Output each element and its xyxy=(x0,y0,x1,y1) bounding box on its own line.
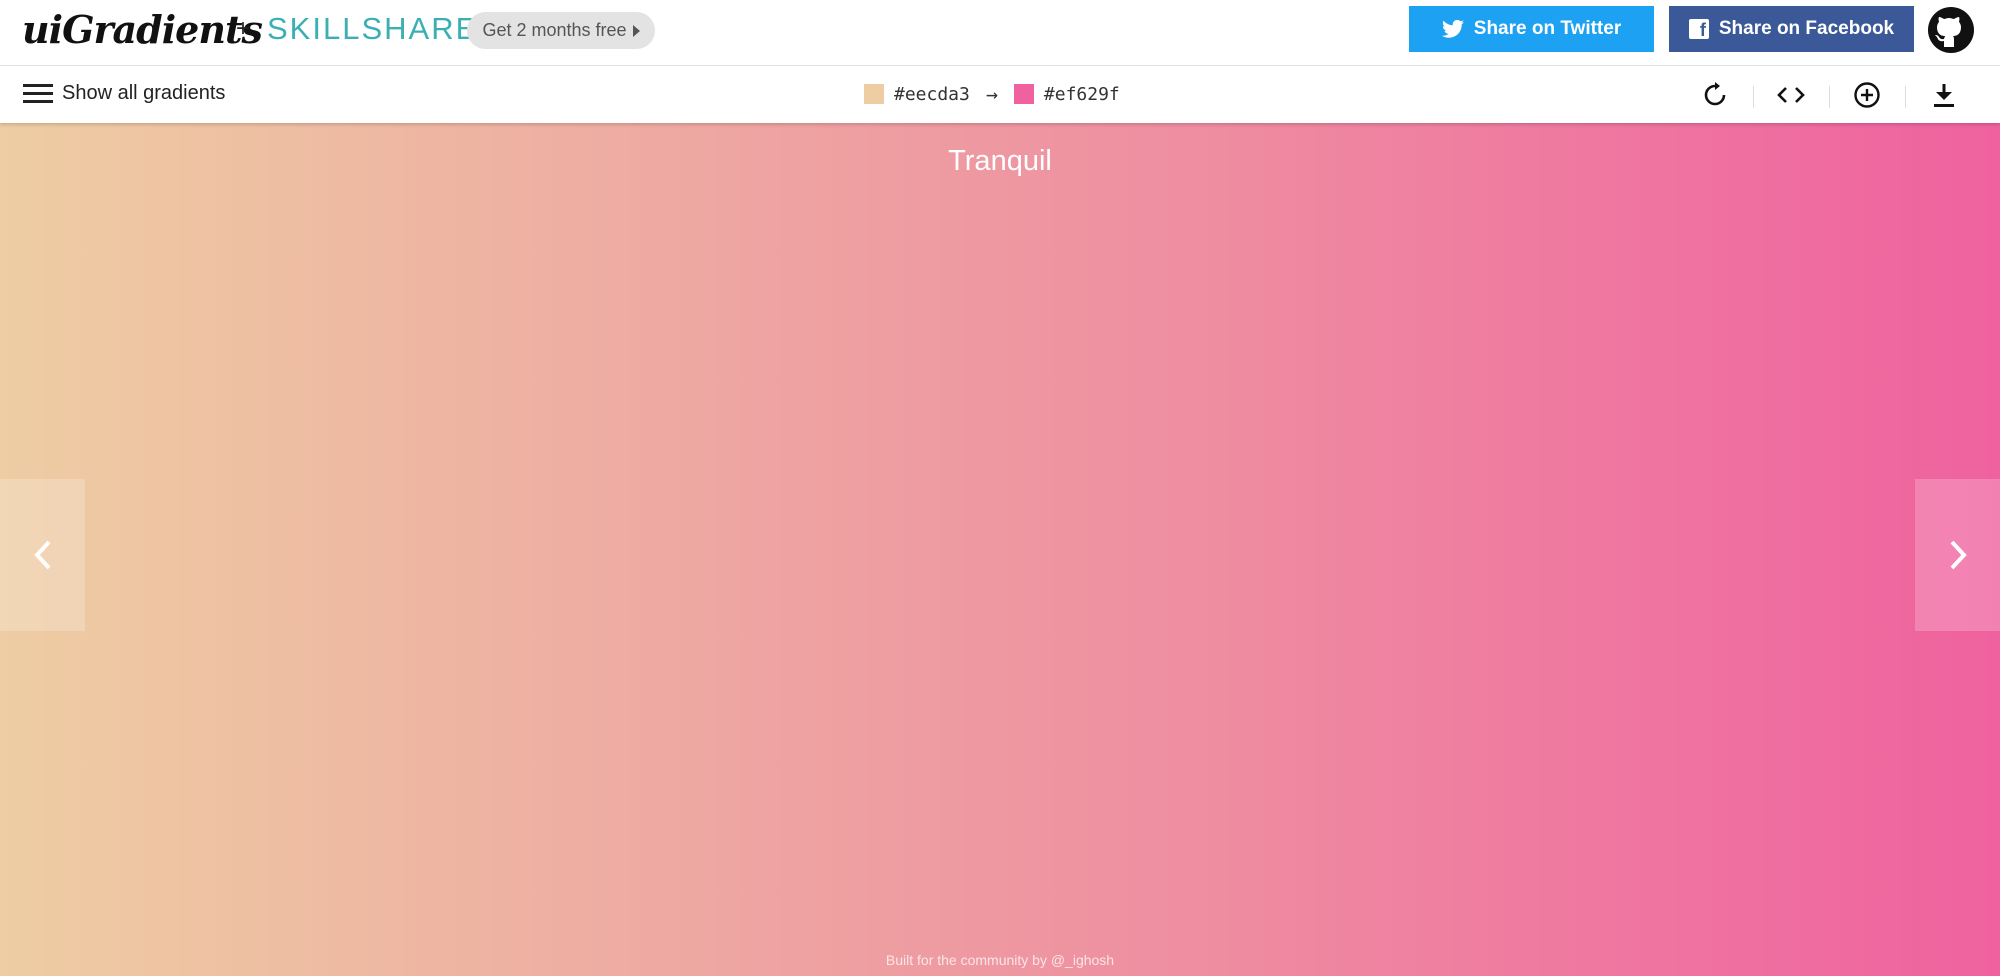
github-icon[interactable] xyxy=(1928,7,1974,53)
share-twitter-button[interactable]: Share on Twitter xyxy=(1409,6,1654,52)
plus-sign: + xyxy=(236,15,251,42)
toolbar-divider xyxy=(1905,86,1906,108)
color-swatch-start xyxy=(864,84,884,104)
color-swatch-end xyxy=(1013,84,1034,104)
top-header: uiGradients + SKILLSHARE Get 2 months fr… xyxy=(0,0,2000,66)
add-icon[interactable] xyxy=(1852,80,1882,110)
share-facebook-button[interactable]: f Share on Facebook xyxy=(1669,6,1914,52)
toolbar-divider xyxy=(1829,86,1830,108)
color-hex-start[interactable]: #eecda3 xyxy=(894,84,970,105)
gradient-colors: #eecda3 → #ef629f xyxy=(864,82,1120,106)
facebook-icon: f xyxy=(1688,19,1709,39)
toolbar-divider xyxy=(1753,86,1754,108)
download-icon[interactable] xyxy=(1929,80,1959,110)
twitter-icon xyxy=(1441,19,1464,38)
chevron-right-icon xyxy=(1950,540,1967,570)
uigradients-logo[interactable]: uiGradients xyxy=(22,6,263,54)
previous-gradient-button[interactable] xyxy=(0,479,85,631)
promo-button[interactable]: Get 2 months free xyxy=(467,12,655,49)
arrow-right-icon: → xyxy=(985,82,998,106)
menu-label: Show all gradients xyxy=(62,82,226,104)
show-all-gradients-button[interactable]: Show all gradients xyxy=(23,82,225,105)
facebook-label: Share on Facebook xyxy=(1718,18,1895,39)
rotate-icon[interactable] xyxy=(1700,80,1730,110)
skillshare-logo[interactable]: SKILLSHARE xyxy=(267,10,478,48)
footer-credit[interactable]: Built for the community by @_ighosh xyxy=(0,952,2000,968)
caret-right-icon xyxy=(632,24,640,37)
gradient-preview: Tranquil Built for the community by @_ig… xyxy=(0,123,2000,976)
gradient-toolbar: Show all gradients #eecda3 → #ef629f xyxy=(0,66,2000,123)
twitter-label: Share on Twitter xyxy=(1473,18,1622,39)
hamburger-icon xyxy=(23,83,53,104)
next-gradient-button[interactable] xyxy=(1915,479,2000,631)
color-hex-end[interactable]: #ef629f xyxy=(1044,84,1120,105)
gradient-name: Tranquil xyxy=(948,145,1052,177)
chevron-left-icon xyxy=(33,540,50,570)
promo-label: Get 2 months free xyxy=(482,20,627,40)
code-icon[interactable] xyxy=(1776,80,1806,110)
